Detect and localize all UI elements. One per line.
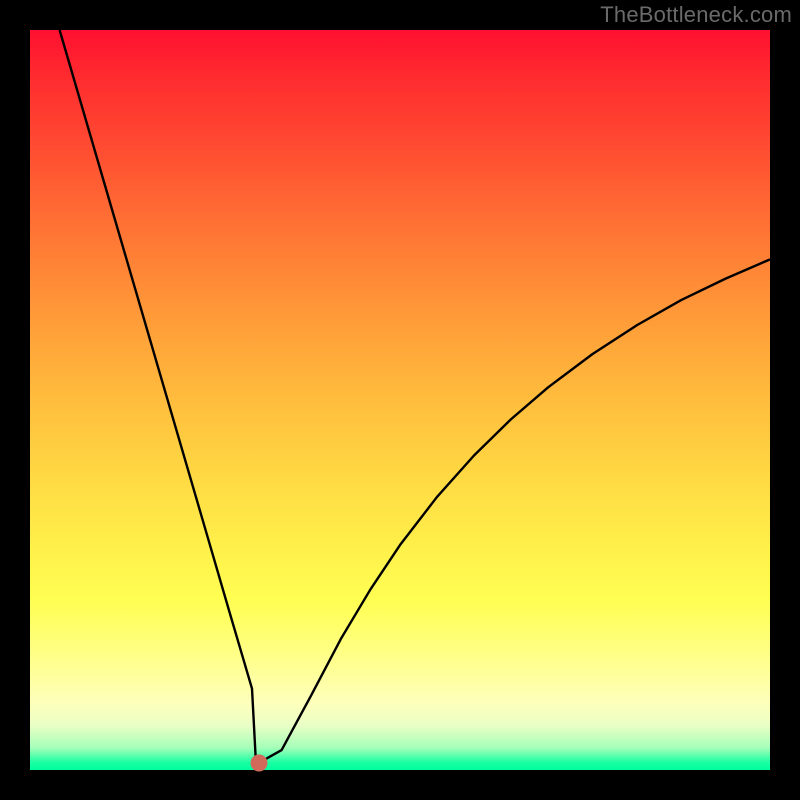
marker-dot — [250, 754, 267, 771]
plot-area — [30, 30, 770, 770]
chart-frame: TheBottleneck.com — [0, 0, 800, 800]
curve-svg — [30, 30, 770, 770]
watermark-text: TheBottleneck.com — [600, 2, 792, 28]
data-curve — [60, 30, 770, 763]
